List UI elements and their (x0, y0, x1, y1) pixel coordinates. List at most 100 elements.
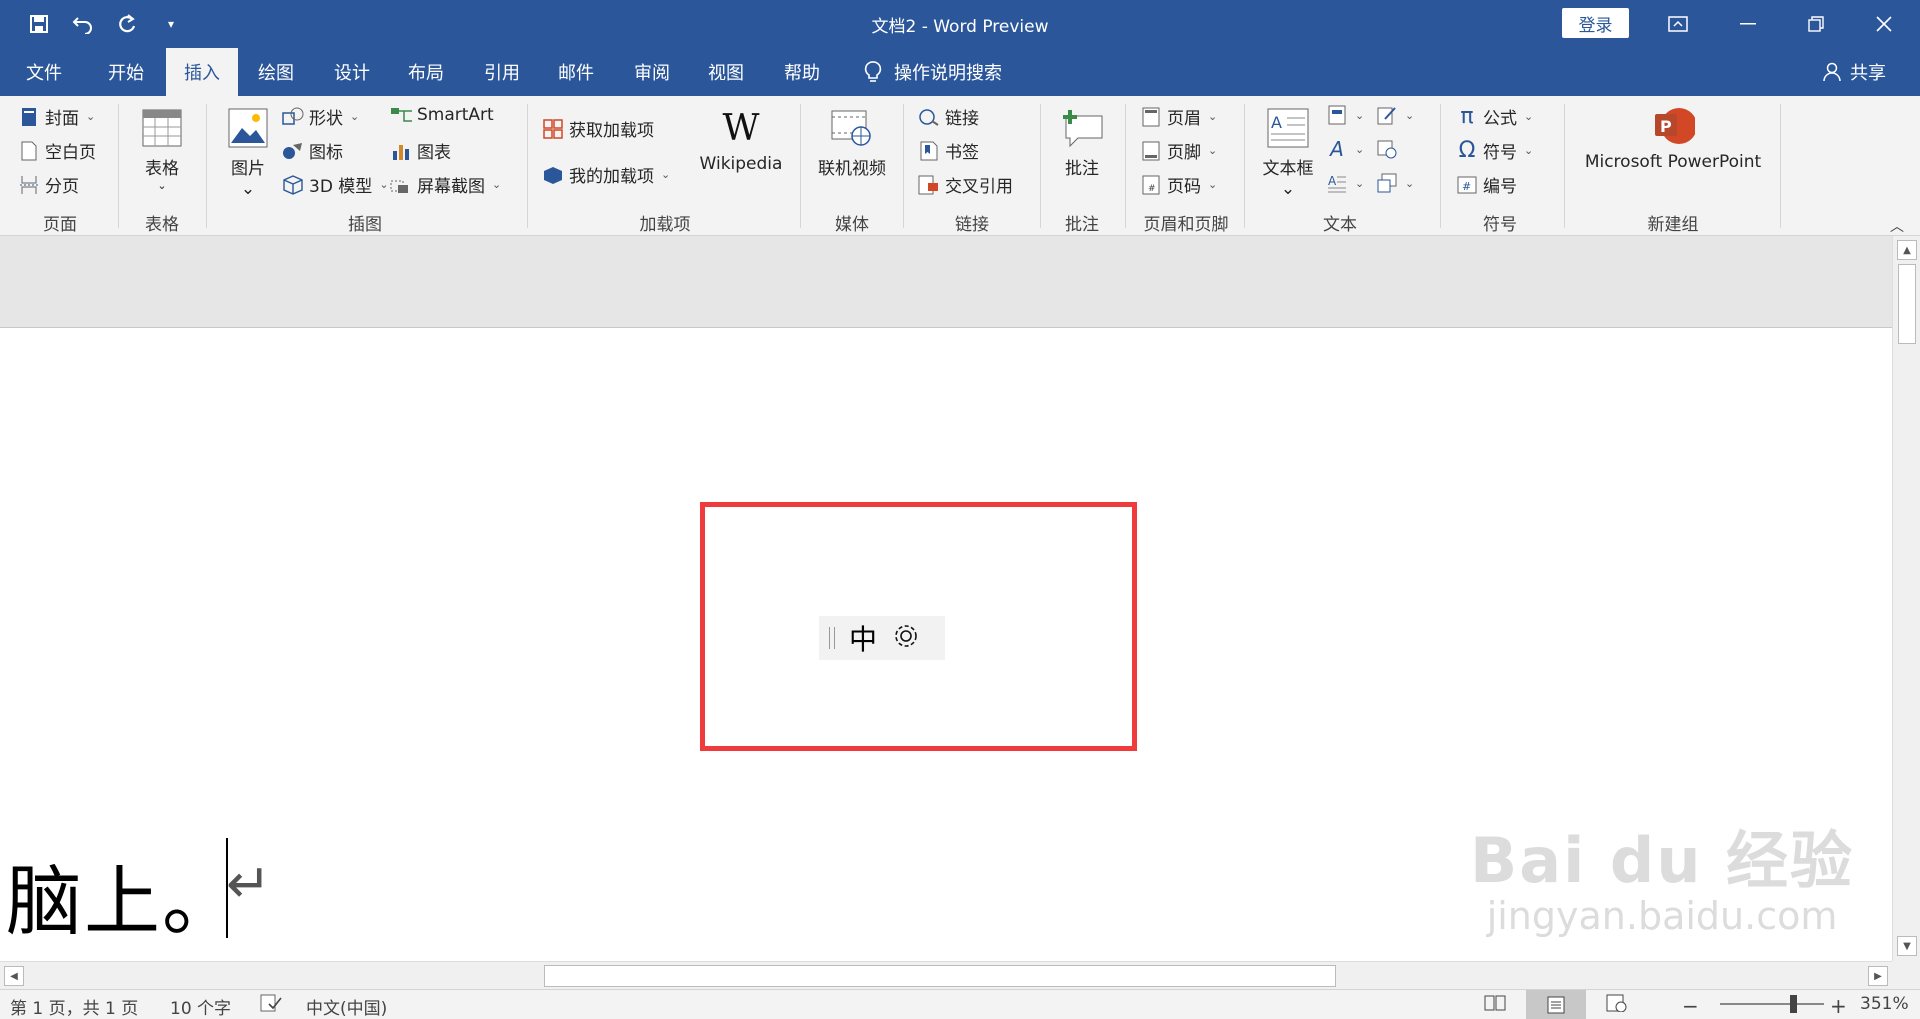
group-label-tables: 表格 (145, 215, 179, 235)
page-break-button[interactable]: 分页 (18, 172, 79, 197)
scroll-down-icon[interactable]: ▼ (1897, 936, 1917, 956)
quick-parts-icon (1326, 104, 1348, 126)
footer-button[interactable]: 页脚 ⌄ (1140, 138, 1217, 163)
header-button[interactable]: 页眉 ⌄ (1140, 104, 1217, 129)
proofing-icon[interactable] (260, 994, 282, 1012)
blank-page-button[interactable]: 空白页 (18, 138, 96, 163)
smartart-button[interactable]: SmartArt (390, 104, 494, 126)
header-label: 页眉 (1167, 109, 1201, 129)
tab-mailings[interactable]: 邮件 (546, 48, 606, 96)
number-button[interactable]: # 编号 (1456, 172, 1517, 197)
page-number-button[interactable]: # 页码 ⌄ (1140, 172, 1217, 197)
group-separator (1125, 104, 1126, 228)
status-bar: 第 1 页，共 1 页 10 个字 中文(中国) − + 351% (0, 989, 1920, 1019)
web-layout-icon[interactable] (1606, 994, 1628, 1012)
read-mode-icon[interactable] (1484, 994, 1506, 1012)
wikipedia-button[interactable]: W Wikipedia (696, 106, 786, 175)
link-button[interactable]: 链接 (918, 104, 979, 129)
print-layout-icon[interactable] (1526, 990, 1586, 1019)
table-button[interactable]: 表格 ⌄ (136, 106, 188, 192)
screenshot-button[interactable]: 屏幕截图 ⌄ (390, 172, 501, 197)
signature-line-button[interactable]: ⌄ (1376, 104, 1414, 126)
chart-button[interactable]: 图表 (390, 138, 451, 163)
minimize-icon[interactable] (1718, 0, 1778, 48)
restore-icon[interactable] (1786, 0, 1846, 48)
cover-page-button[interactable]: 封面 ⌄ (18, 104, 95, 129)
my-addins-button[interactable]: 我的加载项 ⌄ (542, 162, 670, 187)
omega-icon: Ω (1458, 138, 1476, 163)
close-icon[interactable] (1854, 0, 1914, 48)
drop-cap-button[interactable]: A ⌄ (1326, 172, 1364, 194)
tab-draw[interactable]: 绘图 (246, 48, 306, 96)
word-count[interactable]: 10 个字 (170, 994, 231, 1019)
tab-review[interactable]: 审阅 (622, 48, 682, 96)
tell-me-label: 操作说明搜索 (894, 63, 1002, 84)
calendar-icon (1376, 138, 1398, 160)
login-button[interactable]: 登录 (1562, 8, 1629, 38)
tab-file[interactable]: 文件 (14, 48, 74, 96)
gear-icon[interactable] (891, 621, 921, 655)
cover-page-label: 封面 (45, 109, 79, 129)
powerpoint-button[interactable]: P Microsoft PowerPoint (1578, 104, 1768, 172)
bookmark-label: 书签 (945, 143, 979, 163)
tell-me-search[interactable]: 操作说明搜索 (864, 48, 1002, 96)
object-button[interactable]: ⌄ (1376, 172, 1414, 194)
tab-layout[interactable]: 布局 (396, 48, 456, 96)
tab-home[interactable]: 开始 (96, 48, 156, 96)
bookmark-button[interactable]: 书签 (918, 138, 979, 163)
3d-model-button[interactable]: 3D 模型 ⌄ (282, 172, 389, 197)
scroll-right-icon[interactable]: ▶ (1868, 966, 1888, 986)
screenshot-label: 屏幕截图 (417, 177, 485, 197)
online-video-label: 联机视频 (818, 159, 886, 179)
group-separator (1780, 104, 1781, 228)
language-indicator[interactable]: 中文(中国) (306, 994, 387, 1019)
date-time-button[interactable] (1376, 138, 1398, 160)
wordart-button[interactable]: A ⌄ (1326, 137, 1364, 161)
icons-button[interactable]: 图标 (282, 138, 343, 163)
tab-design[interactable]: 设计 (322, 48, 382, 96)
ime-mode-toggle[interactable]: 中 (849, 618, 877, 658)
new-comment-button[interactable]: 批注 (1052, 106, 1112, 179)
drag-handle-icon[interactable] (829, 627, 835, 649)
zoom-slider-thumb[interactable] (1790, 995, 1797, 1013)
collapse-ribbon-icon[interactable]: ︿ (1890, 216, 1904, 236)
online-video-button[interactable]: 联机视频 (812, 106, 892, 179)
horizontal-scrollbar[interactable]: ◀ ▶ (0, 961, 1892, 989)
comment-label: 批注 (1065, 159, 1099, 179)
ribbon-display-options-icon[interactable] (1648, 0, 1708, 48)
page-count[interactable]: 第 1 页，共 1 页 (10, 994, 138, 1019)
equation-button[interactable]: π 公式 ⌄ (1456, 104, 1533, 129)
group-label-comments: 批注 (1065, 215, 1099, 235)
text-box-button[interactable]: A 文本框 ⌄ (1258, 106, 1318, 199)
group-label-symbols: 符号 (1483, 215, 1517, 235)
tab-help[interactable]: 帮助 (772, 48, 832, 96)
scroll-up-icon[interactable]: ▲ (1897, 240, 1917, 260)
share-button[interactable]: 共享 (1822, 48, 1886, 96)
zoom-slider[interactable] (1720, 1003, 1824, 1005)
chart-label: 图表 (417, 143, 451, 163)
page-number-icon: # (1140, 174, 1162, 196)
cross-reference-button[interactable]: 交叉引用 (918, 172, 1013, 197)
picture-button[interactable]: 图片 ⌄ (222, 106, 274, 199)
tab-view[interactable]: 视图 (696, 48, 756, 96)
smartart-icon (390, 104, 412, 126)
zoom-in-button[interactable]: + (1830, 994, 1847, 1018)
get-addins-button[interactable]: 获取加载项 (542, 116, 654, 141)
zoom-out-button[interactable]: − (1682, 994, 1699, 1018)
shapes-button[interactable]: 形状 ⌄ (282, 104, 359, 129)
quick-parts-button[interactable]: ⌄ (1326, 104, 1364, 126)
tab-insert[interactable]: 插入 (166, 48, 238, 96)
vertical-scroll-thumb[interactable] (1898, 264, 1916, 344)
symbol-button[interactable]: Ω 符号 ⌄ (1456, 138, 1534, 163)
footer-icon (1140, 140, 1162, 162)
document-text: 脑上。 (6, 857, 240, 946)
cross-reference-icon (918, 174, 940, 196)
my-addins-icon (542, 164, 564, 186)
horizontal-scroll-thumb[interactable] (544, 965, 1336, 987)
scroll-left-icon[interactable]: ◀ (4, 966, 24, 986)
zoom-level[interactable]: 351% (1860, 994, 1909, 1014)
vertical-scrollbar[interactable]: ▲ ▼ (1892, 236, 1920, 961)
ime-toolbar[interactable]: 中 (819, 616, 945, 660)
tab-references[interactable]: 引用 (472, 48, 532, 96)
document-top-margin (0, 236, 1892, 328)
